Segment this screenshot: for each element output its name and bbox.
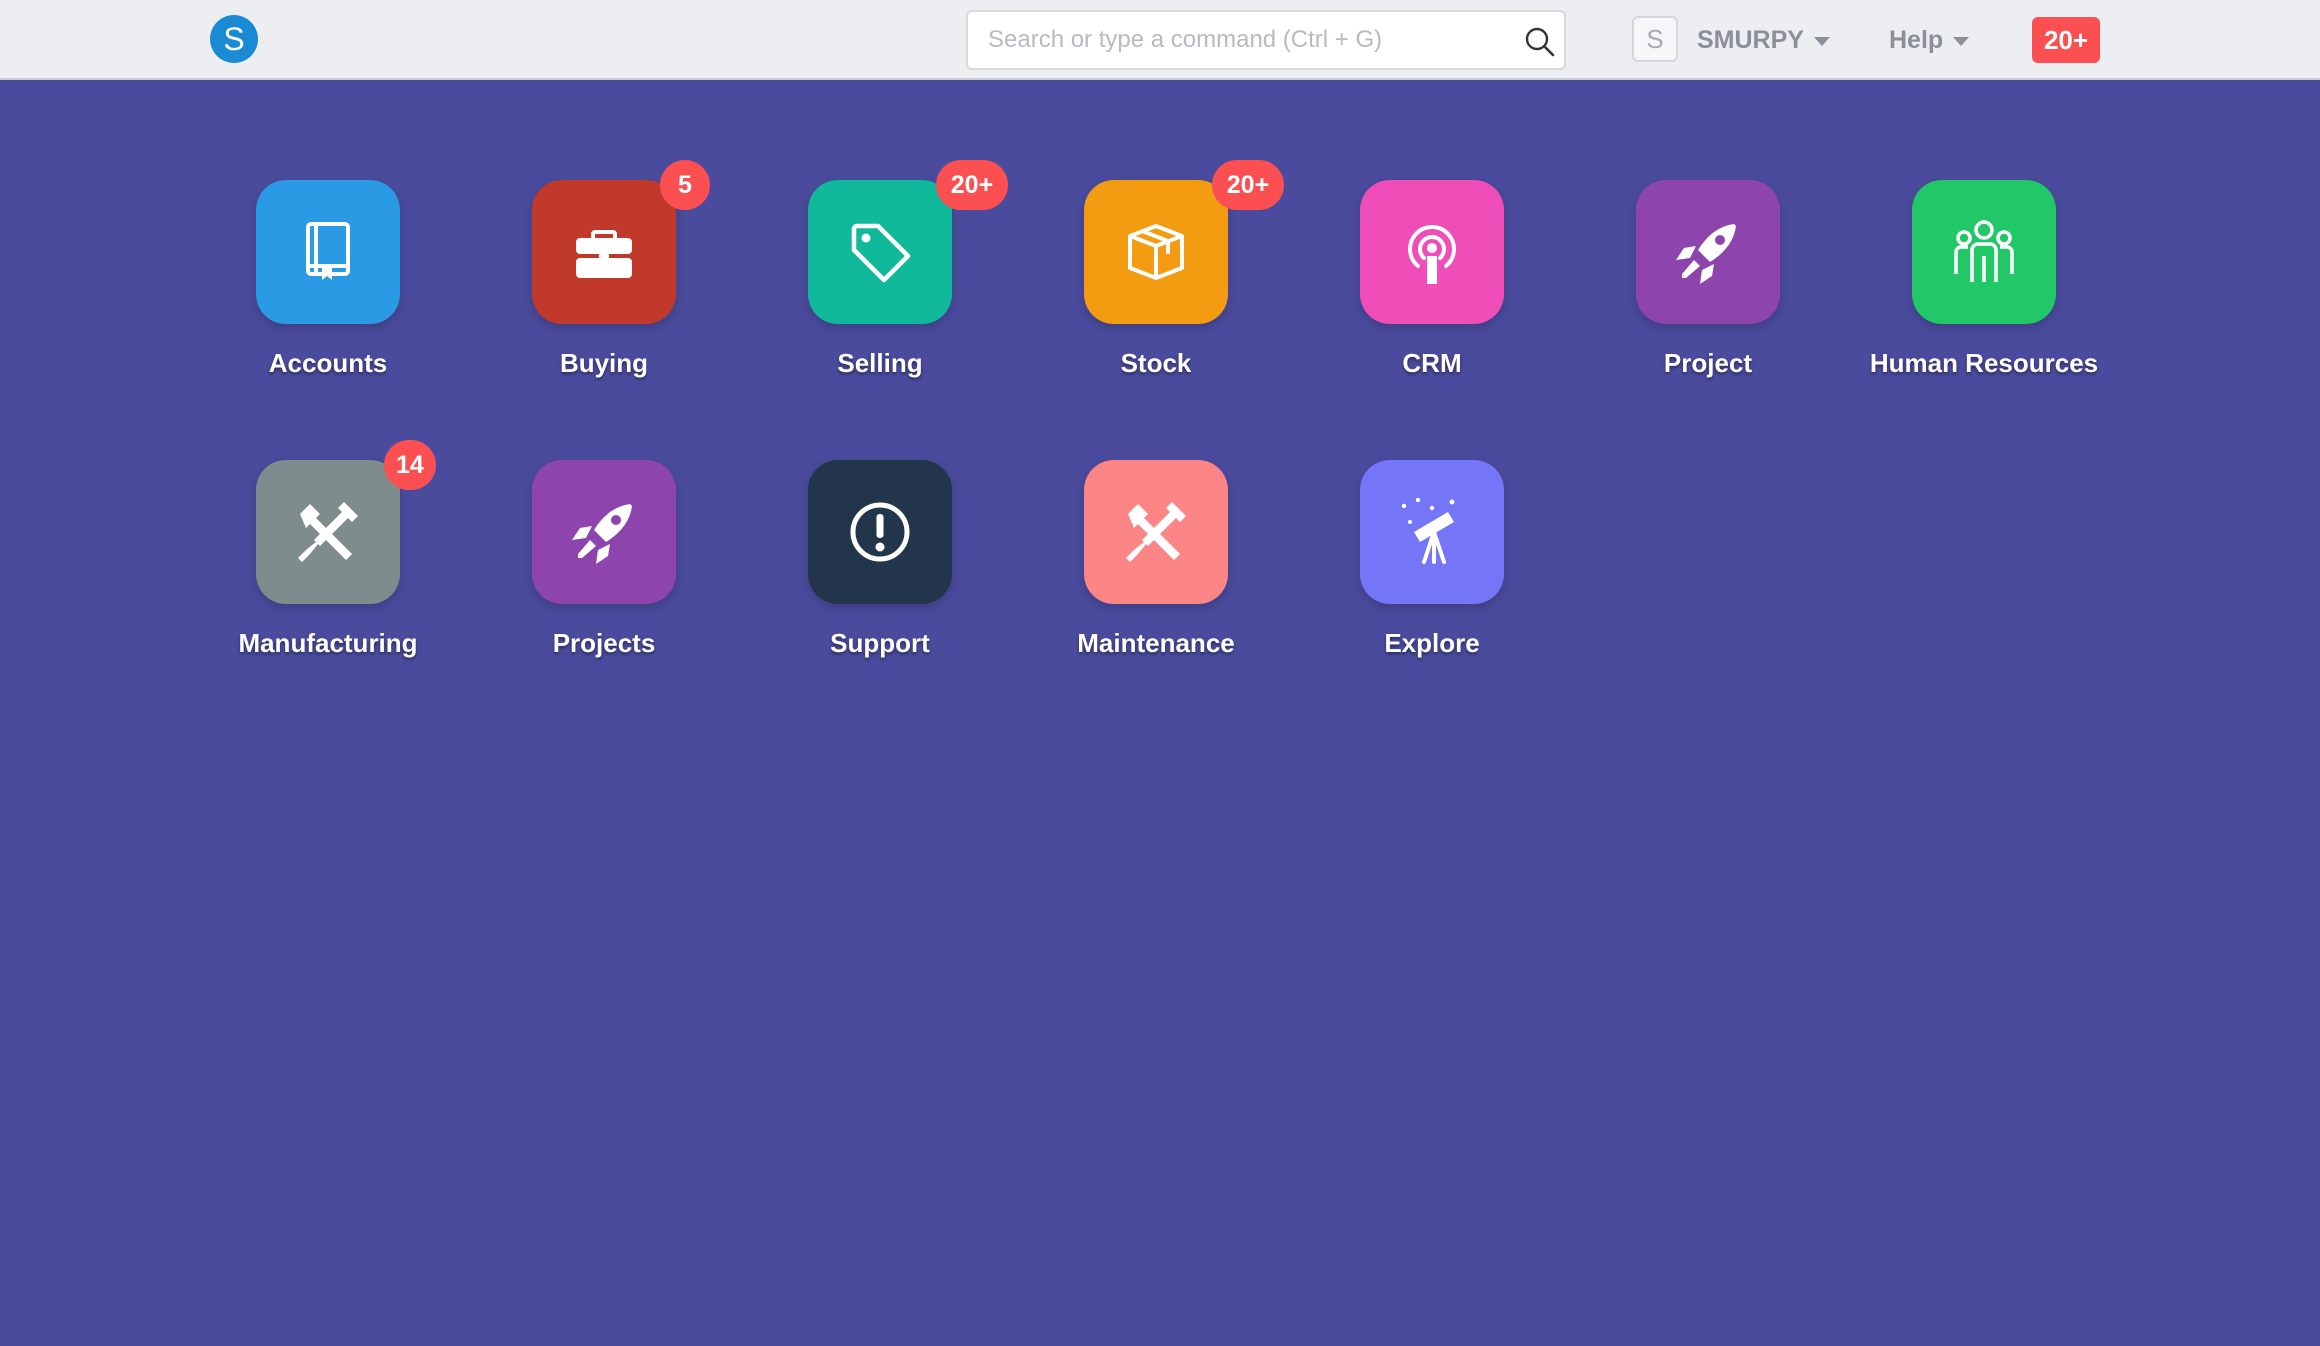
module-tile[interactable] xyxy=(256,460,400,604)
notification-badge: 20+ xyxy=(1212,160,1284,210)
module-maintenance[interactable]: Maintenance xyxy=(1018,460,1294,680)
module-tile[interactable] xyxy=(808,460,952,604)
module-tile[interactable] xyxy=(1360,180,1504,324)
module-label: CRM xyxy=(1402,348,1462,378)
module-label: Support xyxy=(830,628,930,658)
people-icon xyxy=(1954,220,2014,282)
module-label: Buying xyxy=(559,348,649,378)
module-stock[interactable]: Stock 20+ xyxy=(1018,160,1294,400)
module-tile[interactable] xyxy=(1084,180,1228,324)
module-label: Manufacturing xyxy=(238,628,418,658)
notifications-badge[interactable]: 20+ xyxy=(2032,17,2100,63)
user-dropdown[interactable]: SMURPY xyxy=(1697,24,1830,56)
module-label: Projects xyxy=(552,628,656,658)
module-support[interactable]: Support xyxy=(742,460,1018,680)
notification-badge: 20+ xyxy=(936,160,1008,210)
help-label: Help xyxy=(1889,26,1944,54)
module-tile[interactable] xyxy=(1360,460,1504,604)
module-tile[interactable] xyxy=(808,180,952,324)
briefcase-icon xyxy=(576,230,632,278)
module-label: Stock xyxy=(1120,348,1192,378)
module-label: Selling xyxy=(837,348,923,378)
app-logo[interactable]: S xyxy=(210,15,258,63)
telescope-icon xyxy=(1401,497,1455,564)
chevron-down-icon xyxy=(1953,36,1970,46)
module-crm[interactable]: CRM xyxy=(1294,180,1570,400)
search-icon[interactable] xyxy=(1524,26,1556,58)
module-selling[interactable]: Selling 20+ xyxy=(742,160,1018,400)
module-label: Explore xyxy=(1384,628,1480,658)
alert-icon xyxy=(850,502,910,562)
rocket-icon xyxy=(1676,224,1736,284)
navbar: S S SMURPY Help 20+ xyxy=(0,0,2320,80)
box-icon xyxy=(1128,224,1184,280)
tools-icon xyxy=(298,502,358,562)
help-dropdown[interactable]: Help xyxy=(1889,24,1970,56)
module-buying[interactable]: Buying 5 xyxy=(466,160,742,400)
search-box xyxy=(966,10,1566,70)
module-tile[interactable] xyxy=(532,460,676,604)
user-avatar[interactable]: S xyxy=(1632,16,1678,62)
module-tile[interactable] xyxy=(1912,180,2056,324)
broadcast-icon xyxy=(1408,225,1456,284)
tag-icon xyxy=(851,223,911,283)
module-tile[interactable] xyxy=(1636,180,1780,324)
rocket-icon xyxy=(572,504,632,564)
module-tile[interactable] xyxy=(256,180,400,324)
notification-badge: 14 xyxy=(384,440,436,490)
module-label: Human Resources xyxy=(1869,348,2099,378)
search-input[interactable] xyxy=(968,12,1564,68)
book-icon xyxy=(306,222,350,280)
module-tile[interactable] xyxy=(532,180,676,324)
chevron-down-icon xyxy=(1813,36,1830,46)
module-label: Maintenance xyxy=(1077,628,1235,658)
module-explore[interactable]: Explore xyxy=(1294,460,1570,680)
notification-badge: 5 xyxy=(660,160,710,210)
module-project[interactable]: Project xyxy=(1570,180,1846,400)
tools-icon xyxy=(1126,502,1186,562)
module-manufacturing[interactable]: Manufacturing 14 xyxy=(190,440,466,680)
module-accounts[interactable]: Accounts xyxy=(190,180,466,400)
module-label: Project xyxy=(1663,348,1753,378)
user-name: SMURPY xyxy=(1697,26,1804,54)
module-human-resources[interactable]: Human Resources xyxy=(1846,180,2122,400)
module-tile[interactable] xyxy=(1084,460,1228,604)
module-label: Accounts xyxy=(268,348,388,378)
module-projects[interactable]: Projects xyxy=(466,460,742,680)
